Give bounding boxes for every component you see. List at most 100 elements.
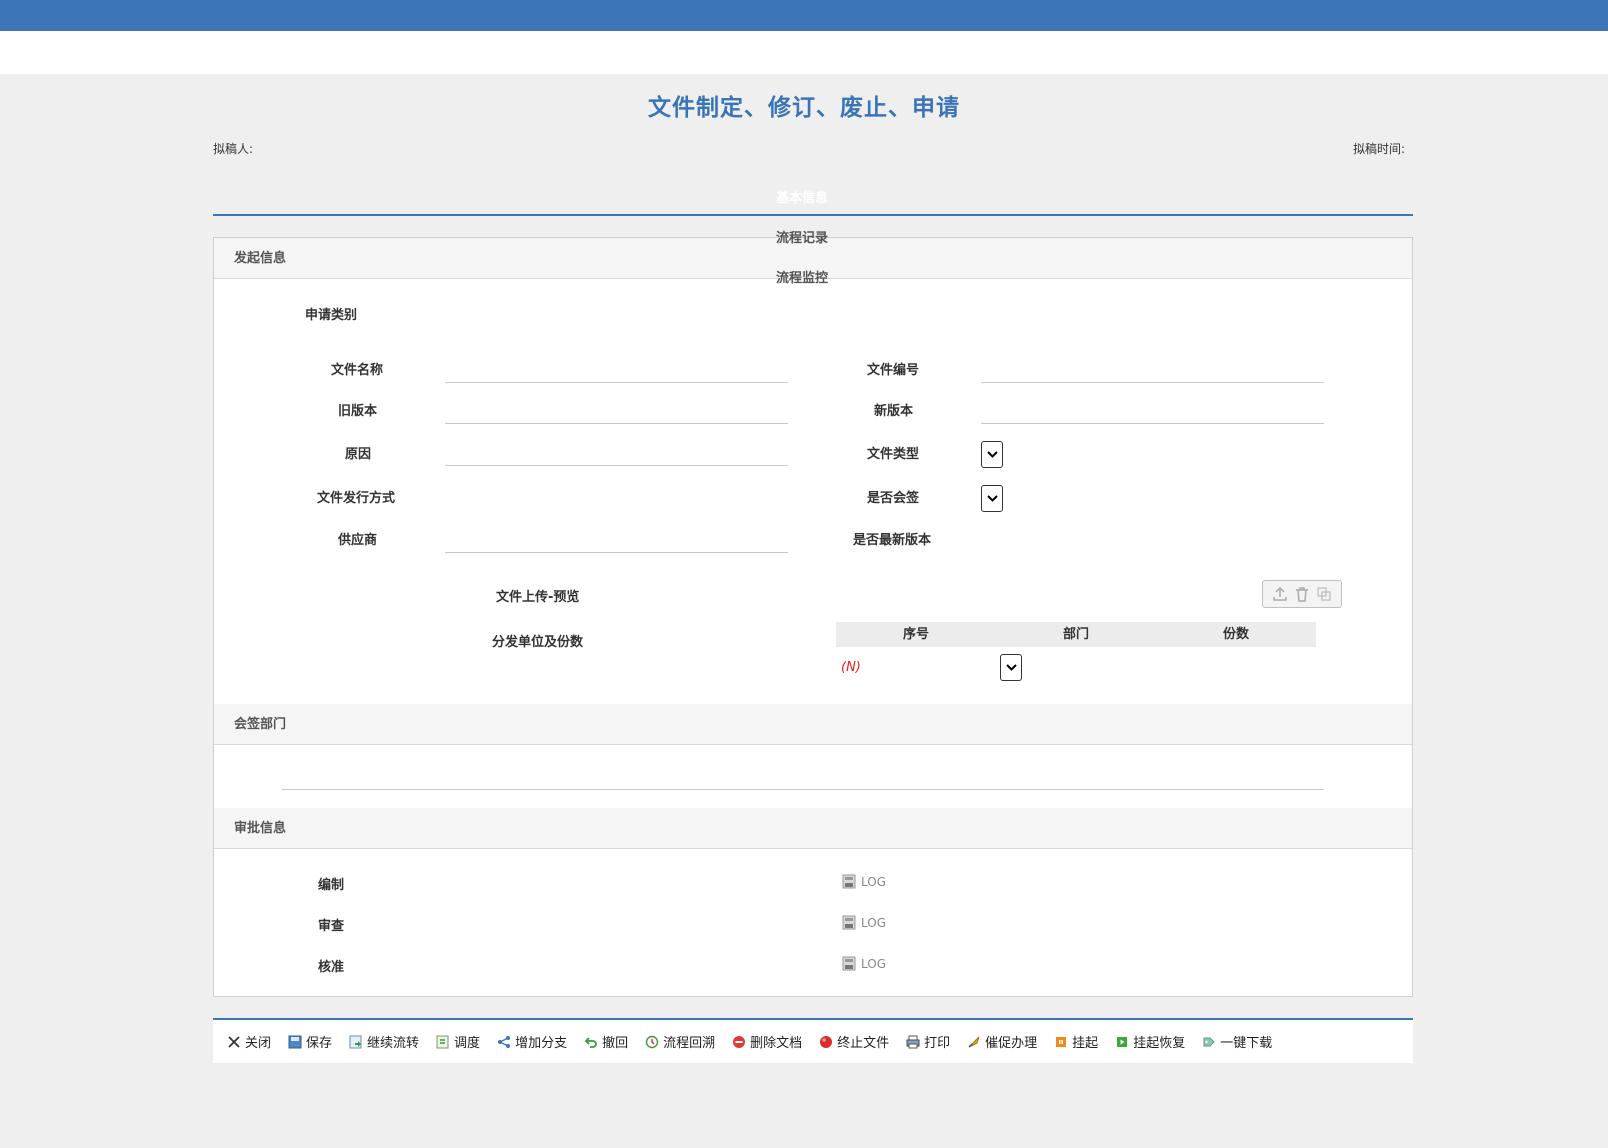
- terminate-button[interactable]: 终止文件: [819, 1032, 889, 1051]
- approval-label: 编制: [318, 878, 345, 893]
- reason-field[interactable]: [445, 465, 788, 466]
- label-file-no: 文件编号: [867, 363, 920, 378]
- urge-button-label: 催促办理: [985, 1036, 1038, 1051]
- flow-rollback-icon: [645, 1035, 659, 1048]
- dispatch-button[interactable]: 调度: [436, 1032, 480, 1051]
- file-type-select[interactable]: [981, 441, 1003, 468]
- supplier-field[interactable]: [445, 552, 788, 553]
- suspend-icon: [1056, 1036, 1067, 1047]
- log-label: LOG: [861, 915, 887, 930]
- suspend-button[interactable]: 挂起: [1054, 1032, 1098, 1051]
- form-panel: 发起信息 申请类别 文件名称 文件编号 旧版本 新版本 原因 文件类型 文件发行…: [213, 237, 1413, 997]
- log-icon: [842, 874, 856, 889]
- save-button[interactable]: 保存: [288, 1032, 332, 1051]
- withdraw-button[interactable]: 撤回: [584, 1032, 628, 1051]
- save-button-label: 保存: [306, 1036, 333, 1051]
- label-issue-method: 文件发行方式: [317, 491, 396, 506]
- label-distribution: 分发单位及份数: [492, 635, 584, 650]
- delete-doc-button[interactable]: 删除文档: [732, 1032, 802, 1051]
- top-header-bar: [0, 0, 1608, 31]
- log-icon: [842, 915, 856, 930]
- log-icon: [842, 956, 856, 971]
- close-icon: [228, 1035, 240, 1048]
- countersign-select[interactable]: [981, 485, 1003, 512]
- log-link[interactable]: LOG: [842, 915, 886, 930]
- section-approval-header: 审批信息: [214, 808, 1412, 849]
- continue-flow-button[interactable]: 继续流转: [349, 1032, 419, 1051]
- distribution-table-header: 序号 部门 份数: [836, 622, 1316, 647]
- download-icon: [1203, 1037, 1215, 1046]
- dispatch-icon: [436, 1035, 449, 1048]
- flow-rollback-button-label: 流程回溯: [663, 1036, 716, 1051]
- dispatch-button-label: 调度: [454, 1036, 481, 1051]
- bottom-toolbar: 关闭 保存 继续流转 调度 增加分支 撤回 流程回溯 删除文档 终止文件 打印 …: [213, 1018, 1413, 1063]
- label-new-version: 新版本: [874, 404, 914, 419]
- log-label: LOG: [861, 874, 887, 889]
- label-apply-type: 申请类别: [305, 308, 358, 323]
- tabs-divider: [213, 214, 1413, 216]
- tab-flow-monitor[interactable]: 流程监控: [776, 267, 828, 286]
- flow-rollback-button[interactable]: 流程回溯: [645, 1032, 715, 1051]
- log-link[interactable]: LOG: [842, 874, 886, 889]
- add-branch-button[interactable]: 增加分支: [497, 1032, 567, 1051]
- label-file-type: 文件类型: [867, 447, 920, 462]
- drafter-label: 拟稿人:: [213, 142, 254, 156]
- continue-flow-icon: [349, 1035, 362, 1048]
- new-row-mark[interactable]: (N): [841, 660, 861, 675]
- label-old-version: 旧版本: [338, 404, 378, 419]
- urge-icon: [968, 1036, 980, 1048]
- download-all-button-label: 一键下载: [1220, 1036, 1273, 1051]
- log-link[interactable]: LOG: [842, 956, 886, 971]
- close-button-label: 关闭: [245, 1036, 272, 1051]
- add-branch-button-label: 增加分支: [515, 1036, 568, 1051]
- download-all-button[interactable]: 一键下载: [1202, 1032, 1272, 1051]
- print-button-label: 打印: [924, 1036, 951, 1051]
- label-is-latest: 是否最新版本: [853, 533, 932, 548]
- resume-button[interactable]: 挂起恢复: [1115, 1032, 1185, 1051]
- trash-icon[interactable]: [1293, 585, 1311, 603]
- close-button[interactable]: 关闭: [227, 1032, 271, 1051]
- copy-icon[interactable]: [1315, 585, 1333, 603]
- upload-icon[interactable]: [1271, 585, 1289, 603]
- chevron-down-icon: [986, 451, 998, 458]
- delete-doc-button-label: 删除文档: [750, 1036, 803, 1051]
- save-icon: [288, 1035, 302, 1048]
- chevron-down-icon: [986, 495, 998, 502]
- countersign-dept-field[interactable]: [282, 789, 1324, 790]
- tab-flow-record[interactable]: 流程记录: [776, 227, 828, 246]
- column-header: 序号: [902, 627, 929, 642]
- department-select[interactable]: [1000, 654, 1022, 681]
- withdraw-button-label: 撤回: [602, 1036, 629, 1051]
- resume-button-label: 挂起恢复: [1133, 1036, 1186, 1051]
- add-branch-icon: [498, 1035, 511, 1048]
- resume-icon: [1117, 1036, 1128, 1047]
- file-no-field[interactable]: [981, 382, 1324, 383]
- label-file-name: 文件名称: [331, 363, 384, 378]
- file-name-field[interactable]: [445, 382, 788, 383]
- section-countersign-header: 会签部门: [214, 704, 1412, 745]
- print-icon: [906, 1035, 920, 1048]
- approval-label: 核准: [318, 960, 345, 975]
- tab-basic-info[interactable]: 基本信息: [776, 187, 828, 206]
- old-version-field[interactable]: [445, 423, 788, 424]
- withdraw-icon: [584, 1036, 597, 1048]
- label-is-countersign: 是否会签: [867, 491, 920, 506]
- approval-label: 审查: [318, 919, 345, 934]
- terminate-button-label: 终止文件: [837, 1036, 890, 1051]
- draft-time-label: 拟稿时间:: [1353, 142, 1406, 156]
- label-upload-preview: 文件上传-预览: [496, 590, 580, 605]
- label-reason: 原因: [345, 447, 372, 462]
- log-label: LOG: [861, 956, 887, 971]
- header-strip: [0, 31, 1608, 74]
- print-button[interactable]: 打印: [906, 1032, 950, 1051]
- continue-flow-button-label: 继续流转: [367, 1036, 420, 1051]
- chevron-down-icon: [1005, 664, 1017, 671]
- label-supplier: 供应商: [338, 533, 378, 548]
- page-title: 文件制定、修订、废止、申请: [648, 95, 960, 121]
- column-header: 部门: [1062, 627, 1089, 642]
- urge-button[interactable]: 催促办理: [967, 1032, 1037, 1051]
- new-version-field[interactable]: [981, 423, 1324, 424]
- upload-toolbar: [1262, 580, 1342, 608]
- suspend-button-label: 挂起: [1072, 1036, 1099, 1051]
- delete-doc-icon: [733, 1035, 746, 1048]
